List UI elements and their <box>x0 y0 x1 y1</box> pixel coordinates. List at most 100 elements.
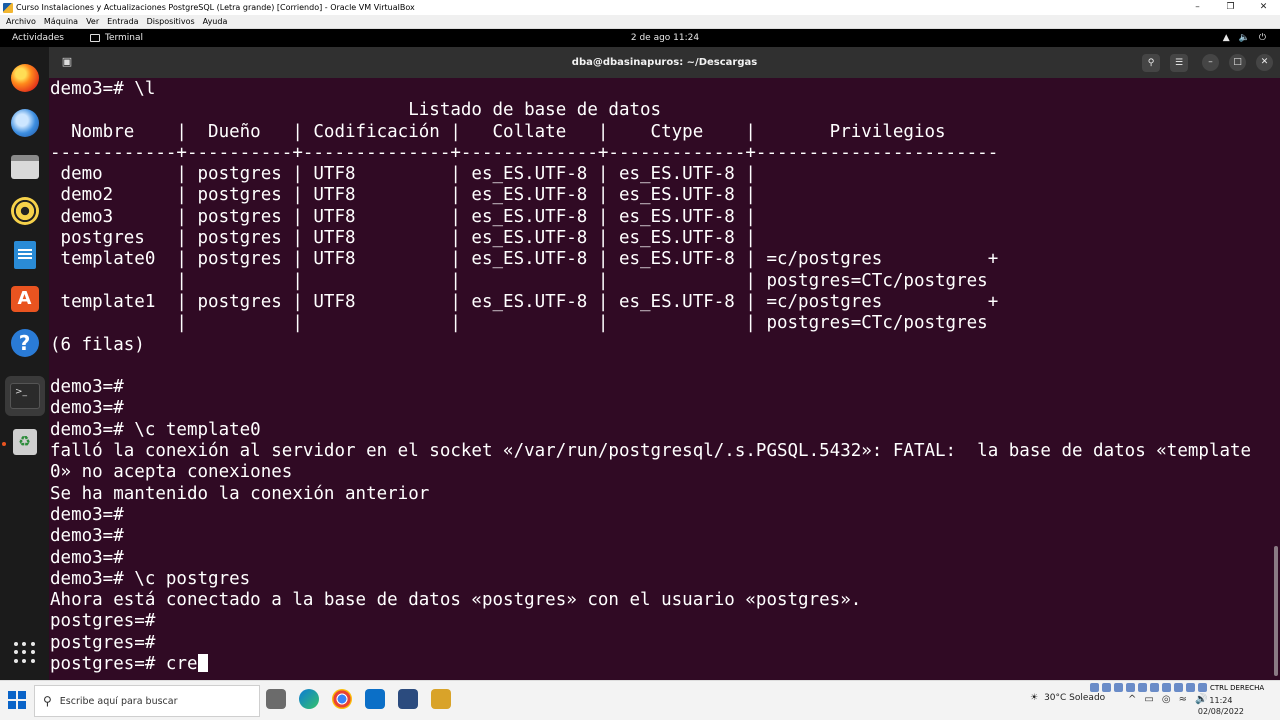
software-launcher[interactable]: A <box>8 282 41 315</box>
terminal-line: ------------+----------+--------------+-… <box>50 142 999 163</box>
terminal-line: Listado de base de datos <box>50 100 662 121</box>
rhythmbox-launcher[interactable] <box>8 194 41 227</box>
vbox-window-title: Curso Instalaciones y Actualizaciones Po… <box>16 3 415 12</box>
edge-icon[interactable] <box>299 689 319 709</box>
vm-window-icon[interactable] <box>431 689 451 709</box>
gnome-top-bar: Actividades Terminal 2 de ago 11:24 ▲ 🔈 … <box>0 29 1280 47</box>
show-apps-button[interactable] <box>8 636 41 669</box>
chrome-icon[interactable] <box>332 689 352 709</box>
command-input[interactable]: cre <box>166 654 198 674</box>
minimize-icon[interactable]: – <box>1181 0 1214 15</box>
vbox-title-bar: Curso Instalaciones y Actualizaciones Po… <box>0 0 1280 15</box>
terminal-line: 0» no acepta conexiones <box>50 462 293 483</box>
menu-entrada[interactable]: Entrada <box>107 17 138 26</box>
terminal-header-bar: ▣ dba@dbasinapuros: ~/Descargas ⚲ ☰ – □ … <box>49 47 1280 78</box>
virtualbox-icon <box>3 2 13 13</box>
menu-icon[interactable]: ☰ <box>1170 54 1188 72</box>
dock: A ? >_ ♻ <box>0 47 49 680</box>
mouse-integration-icon <box>1198 683 1207 692</box>
clock[interactable]: 2 de ago 11:24 <box>0 33 1280 43</box>
search-icon: ⚲ <box>43 694 52 708</box>
taskbar-time: 11:24 <box>1209 696 1233 705</box>
terminal-line: Se ha mantenido la conexión anterior <box>50 483 430 504</box>
terminal-line: postgres | postgres | UTF8 | es_ES.UTF-8… <box>50 228 756 249</box>
terminal-line: demo3 | postgres | UTF8 | es_ES.UTF-8 | … <box>50 206 756 227</box>
vbox-status-icons: CTRL DERECHA <box>1090 683 1264 692</box>
record-icon <box>1174 683 1183 692</box>
taskbar-clock[interactable]: 11:24 02/08/2022 <box>1198 695 1244 717</box>
terminal-line: template0 | postgres | UTF8 | es_ES.UTF-… <box>50 249 999 270</box>
display-icon <box>1162 683 1171 692</box>
terminal-line: demo3=# <box>50 504 124 525</box>
audio-icon <box>1114 683 1123 692</box>
terminal-line: template1 | postgres | UTF8 | es_ES.UTF-… <box>50 291 999 312</box>
taskbar-apps <box>266 689 451 709</box>
taskbar-search-box[interactable]: ⚲ Escribe aquí para buscar <box>34 685 260 717</box>
software-icon: A <box>10 285 39 312</box>
monitor-icon: ▭ <box>1144 694 1154 705</box>
taskbar-tray[interactable]: ^ ▭ ◎ ≈ 🔊 <box>1128 694 1207 705</box>
disk-icon <box>1090 683 1099 692</box>
close-icon[interactable]: ✕ <box>1247 0 1280 15</box>
writer-icon <box>13 240 36 269</box>
restore-icon[interactable]: ❐ <box>1214 0 1247 15</box>
host-key-label: CTRL DERECHA <box>1210 683 1265 692</box>
terminal-line: Nombre | Dueño | Codificación | Collate … <box>50 121 946 142</box>
terminal-text: demo3=# \l Listado de base de datos Nomb… <box>50 79 1251 675</box>
mail-icon[interactable] <box>365 689 385 709</box>
firefox-launcher[interactable] <box>8 61 41 94</box>
help-icon: ? <box>10 328 39 357</box>
terminal-line: demo3=# <box>50 377 124 398</box>
running-indicator <box>2 442 6 446</box>
thunderbird-icon <box>10 108 39 137</box>
menu-archivo[interactable]: Archivo <box>6 17 36 26</box>
prompt: postgres=# <box>50 654 166 675</box>
terminal-line: | | | | | postgres=CTc/postgres <box>50 270 988 291</box>
shared-folder-icon <box>1150 683 1159 692</box>
usb-icon <box>1138 683 1147 692</box>
terminal-line: demo3=# <box>50 398 124 419</box>
terminal-launcher[interactable]: >_ <box>5 376 45 416</box>
terminal-dock-icon: >_ <box>10 383 40 409</box>
search-placeholder: Escribe aquí para buscar <box>59 695 178 707</box>
terminal-line: demo3=# \l <box>50 79 156 99</box>
weather-icon: ☀ <box>1030 693 1039 703</box>
menu-maquina[interactable]: Máquina <box>44 17 78 26</box>
terminal-output[interactable]: demo3=# \l Listado de base de datos Nomb… <box>49 78 1280 680</box>
files-launcher[interactable] <box>8 150 41 183</box>
minimize-window-icon[interactable]: – <box>1202 54 1219 71</box>
optical-icon <box>1102 683 1111 692</box>
virtualbox-taskbar-icon[interactable] <box>398 689 418 709</box>
maximize-window-icon[interactable]: □ <box>1229 54 1246 71</box>
terminal-line: | | | | | postgres=CTc/postgres <box>50 313 988 334</box>
menu-dispositivos[interactable]: Dispositivos <box>147 17 195 26</box>
writer-launcher[interactable] <box>8 238 41 271</box>
help-launcher[interactable]: ? <box>8 326 41 359</box>
start-button[interactable] <box>8 691 26 709</box>
volume-icon: 🔈 <box>1238 33 1250 43</box>
terminal-scrollbar[interactable] <box>1274 546 1278 676</box>
text-cursor <box>197 654 208 673</box>
terminal-line: demo3=# <box>50 526 124 547</box>
terminal-line: Ahora está conectado a la base de datos … <box>50 590 862 611</box>
close-window-icon[interactable]: ✕ <box>1256 54 1273 71</box>
trash-launcher[interactable]: ♻ <box>8 425 41 458</box>
terminal-line: postgres=# <box>50 611 156 632</box>
power-icon: ⏻ <box>1258 33 1266 43</box>
thunderbird-launcher[interactable] <box>8 106 41 139</box>
mic-icon: ◎ <box>1161 694 1171 705</box>
wifi-icon: ≈ <box>1178 694 1187 705</box>
windows-taskbar: CTRL DERECHA ⚲ Escribe aquí para buscar … <box>0 680 1280 720</box>
system-tray[interactable]: ▲ 🔈 ⏻ <box>1223 33 1266 43</box>
menu-ver[interactable]: Ver <box>86 17 99 26</box>
menu-ayuda[interactable]: Ayuda <box>203 17 228 26</box>
taskbar-date: 02/08/2022 <box>1197 707 1244 716</box>
cpu-icon <box>1186 683 1195 692</box>
files-icon <box>10 154 39 179</box>
weather-text: 30°C Soleado <box>1044 693 1106 703</box>
weather-widget[interactable]: ☀ 30°C Soleado <box>1030 693 1105 703</box>
task-view-icon[interactable] <box>266 689 286 709</box>
search-icon[interactable]: ⚲ <box>1142 54 1160 72</box>
terminal-input-line[interactable]: postgres=# cre <box>50 654 1251 675</box>
